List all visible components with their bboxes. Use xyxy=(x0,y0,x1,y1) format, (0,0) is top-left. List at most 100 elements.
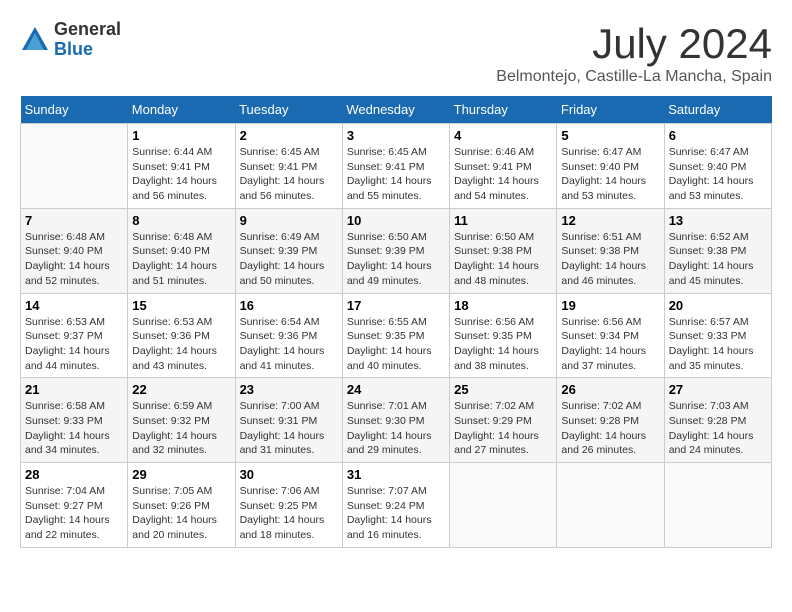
day-info: Sunrise: 6:52 AM Sunset: 9:38 PM Dayligh… xyxy=(669,230,767,289)
day-info: Sunrise: 7:07 AM Sunset: 9:24 PM Dayligh… xyxy=(347,484,445,543)
calendar-cell: 23 Sunrise: 7:00 AM Sunset: 9:31 PM Dayli… xyxy=(235,378,342,463)
day-number: 31 xyxy=(347,467,445,482)
calendar-cell xyxy=(664,463,771,548)
calendar-cell: 29 Sunrise: 7:05 AM Sunset: 9:26 PM Dayli… xyxy=(128,463,235,548)
day-info: Sunrise: 7:01 AM Sunset: 9:30 PM Dayligh… xyxy=(347,399,445,458)
page-header: General Blue July 2024 Belmontejo, Casti… xyxy=(20,20,772,86)
calendar-week-2: 7 Sunrise: 6:48 AM Sunset: 9:40 PM Daylig… xyxy=(21,208,772,293)
day-number: 6 xyxy=(669,128,767,143)
weekday-header-sunday: Sunday xyxy=(21,96,128,124)
calendar-cell: 20Sunrise: 6:57 AM Sunset: 9:33 PM Dayli… xyxy=(664,293,771,378)
calendar-cell: 1Sunrise: 6:44 AM Sunset: 9:41 PM Daylig… xyxy=(128,124,235,209)
day-number: 9 xyxy=(240,213,338,228)
day-info: Sunrise: 6:48 AM Sunset: 9:40 PM Dayligh… xyxy=(25,230,123,289)
title-section: July 2024 Belmontejo, Castille-La Mancha… xyxy=(496,20,772,86)
day-info: Sunrise: 6:47 AM Sunset: 9:40 PM Dayligh… xyxy=(561,145,659,204)
calendar-cell: 16 Sunrise: 6:54 AM Sunset: 9:36 PM Dayli… xyxy=(235,293,342,378)
day-info: Sunrise: 7:06 AM Sunset: 9:25 PM Dayligh… xyxy=(240,484,338,543)
calendar-cell: 27Sunrise: 7:03 AM Sunset: 9:28 PM Dayli… xyxy=(664,378,771,463)
calendar-cell: 11Sunrise: 6:50 AM Sunset: 9:38 PM Dayli… xyxy=(450,208,557,293)
calendar-week-5: 28 Sunrise: 7:04 AM Sunset: 9:27 PM Dayli… xyxy=(21,463,772,548)
calendar-cell: 2 Sunrise: 6:45 AM Sunset: 9:41 PM Daylig… xyxy=(235,124,342,209)
day-number: 25 xyxy=(454,382,552,397)
day-number: 5 xyxy=(561,128,659,143)
calendar-week-3: 14Sunrise: 6:53 AM Sunset: 9:37 PM Dayli… xyxy=(21,293,772,378)
day-number: 8 xyxy=(132,213,230,228)
day-number: 10 xyxy=(347,213,445,228)
calendar-table: SundayMondayTuesdayWednesdayThursdayFrid… xyxy=(20,96,772,548)
weekday-header-row: SundayMondayTuesdayWednesdayThursdayFrid… xyxy=(21,96,772,124)
calendar-cell: 6Sunrise: 6:47 AM Sunset: 9:40 PM Daylig… xyxy=(664,124,771,209)
calendar-cell: 25Sunrise: 7:02 AM Sunset: 9:29 PM Dayli… xyxy=(450,378,557,463)
month-title: July 2024 xyxy=(496,20,772,68)
day-number: 15 xyxy=(132,298,230,313)
day-info: Sunrise: 6:48 AM Sunset: 9:40 PM Dayligh… xyxy=(132,230,230,289)
day-number: 12 xyxy=(561,213,659,228)
day-number: 2 xyxy=(240,128,338,143)
day-number: 14 xyxy=(25,298,123,313)
day-info: Sunrise: 6:54 AM Sunset: 9:36 PM Dayligh… xyxy=(240,315,338,374)
calendar-cell: 9 Sunrise: 6:49 AM Sunset: 9:39 PM Daylig… xyxy=(235,208,342,293)
day-info: Sunrise: 6:53 AM Sunset: 9:36 PM Dayligh… xyxy=(132,315,230,374)
day-info: Sunrise: 6:45 AM Sunset: 9:41 PM Dayligh… xyxy=(347,145,445,204)
day-info: Sunrise: 7:00 AM Sunset: 9:31 PM Dayligh… xyxy=(240,399,338,458)
day-number: 20 xyxy=(669,298,767,313)
calendar-cell: 10 Sunrise: 6:50 AM Sunset: 9:39 PM Dayli… xyxy=(342,208,449,293)
day-number: 22 xyxy=(132,382,230,397)
day-number: 1 xyxy=(132,128,230,143)
calendar-week-1: 1Sunrise: 6:44 AM Sunset: 9:41 PM Daylig… xyxy=(21,124,772,209)
calendar-cell xyxy=(21,124,128,209)
weekday-header-monday: Monday xyxy=(128,96,235,124)
calendar-cell: 5 Sunrise: 6:47 AM Sunset: 9:40 PM Daylig… xyxy=(557,124,664,209)
calendar-cell: 4 Sunrise: 6:46 AM Sunset: 9:41 PM Daylig… xyxy=(450,124,557,209)
calendar-cell xyxy=(557,463,664,548)
day-number: 4 xyxy=(454,128,552,143)
weekday-header-thursday: Thursday xyxy=(450,96,557,124)
logo-text: General Blue xyxy=(54,20,121,60)
day-info: Sunrise: 7:02 AM Sunset: 9:28 PM Dayligh… xyxy=(561,399,659,458)
day-number: 23 xyxy=(240,382,338,397)
day-number: 30 xyxy=(240,467,338,482)
calendar-cell: 22Sunrise: 6:59 AM Sunset: 9:32 PM Dayli… xyxy=(128,378,235,463)
day-number: 13 xyxy=(669,213,767,228)
calendar-cell: 3 Sunrise: 6:45 AM Sunset: 9:41 PM Daylig… xyxy=(342,124,449,209)
day-info: Sunrise: 6:55 AM Sunset: 9:35 PM Dayligh… xyxy=(347,315,445,374)
calendar-cell: 21 Sunrise: 6:58 AM Sunset: 9:33 PM Dayli… xyxy=(21,378,128,463)
weekday-header-saturday: Saturday xyxy=(664,96,771,124)
day-number: 27 xyxy=(669,382,767,397)
day-number: 7 xyxy=(25,213,123,228)
day-number: 18 xyxy=(454,298,552,313)
day-info: Sunrise: 6:49 AM Sunset: 9:39 PM Dayligh… xyxy=(240,230,338,289)
calendar-cell: 30 Sunrise: 7:06 AM Sunset: 9:25 PM Dayli… xyxy=(235,463,342,548)
calendar-cell: 15 Sunrise: 6:53 AM Sunset: 9:36 PM Dayli… xyxy=(128,293,235,378)
calendar-week-4: 21 Sunrise: 6:58 AM Sunset: 9:33 PM Dayli… xyxy=(21,378,772,463)
day-number: 28 xyxy=(25,467,123,482)
day-number: 21 xyxy=(25,382,123,397)
day-number: 24 xyxy=(347,382,445,397)
day-info: Sunrise: 7:05 AM Sunset: 9:26 PM Dayligh… xyxy=(132,484,230,543)
logo-icon xyxy=(20,25,50,55)
calendar-cell: 12Sunrise: 6:51 AM Sunset: 9:38 PM Dayli… xyxy=(557,208,664,293)
logo: General Blue xyxy=(20,20,121,60)
weekday-header-tuesday: Tuesday xyxy=(235,96,342,124)
calendar-cell xyxy=(450,463,557,548)
day-info: Sunrise: 6:46 AM Sunset: 9:41 PM Dayligh… xyxy=(454,145,552,204)
day-info: Sunrise: 6:50 AM Sunset: 9:39 PM Dayligh… xyxy=(347,230,445,289)
weekday-header-friday: Friday xyxy=(557,96,664,124)
day-info: Sunrise: 7:04 AM Sunset: 9:27 PM Dayligh… xyxy=(25,484,123,543)
day-info: Sunrise: 6:58 AM Sunset: 9:33 PM Dayligh… xyxy=(25,399,123,458)
weekday-header-wednesday: Wednesday xyxy=(342,96,449,124)
location-title: Belmontejo, Castille-La Mancha, Spain xyxy=(496,68,772,86)
calendar-cell: 8 Sunrise: 6:48 AM Sunset: 9:40 PM Daylig… xyxy=(128,208,235,293)
logo-blue: Blue xyxy=(54,40,121,60)
day-info: Sunrise: 6:50 AM Sunset: 9:38 PM Dayligh… xyxy=(454,230,552,289)
calendar-cell: 7 Sunrise: 6:48 AM Sunset: 9:40 PM Daylig… xyxy=(21,208,128,293)
day-number: 29 xyxy=(132,467,230,482)
day-info: Sunrise: 6:56 AM Sunset: 9:34 PM Dayligh… xyxy=(561,315,659,374)
calendar-cell: 17 Sunrise: 6:55 AM Sunset: 9:35 PM Dayli… xyxy=(342,293,449,378)
calendar-cell: 18Sunrise: 6:56 AM Sunset: 9:35 PM Dayli… xyxy=(450,293,557,378)
day-number: 17 xyxy=(347,298,445,313)
day-info: Sunrise: 6:45 AM Sunset: 9:41 PM Dayligh… xyxy=(240,145,338,204)
day-number: 3 xyxy=(347,128,445,143)
day-number: 16 xyxy=(240,298,338,313)
